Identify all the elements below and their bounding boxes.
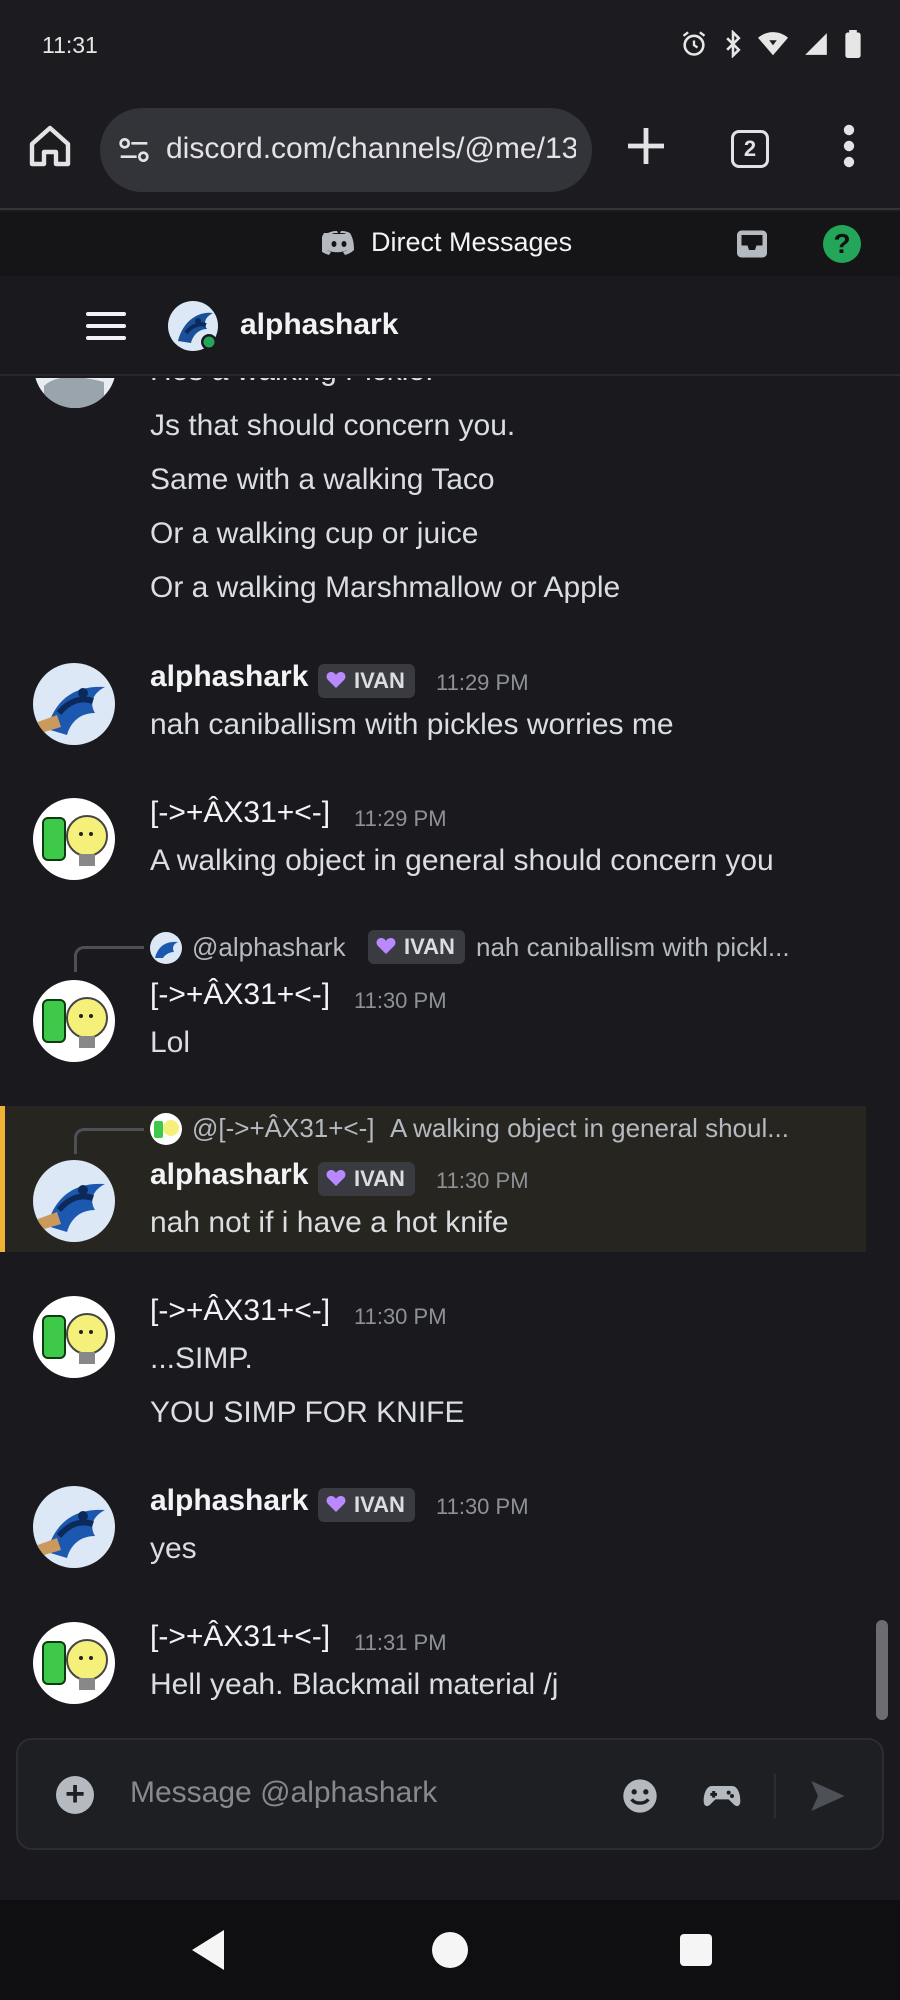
message-timestamp: 11:30 PM	[436, 1168, 529, 1193]
message-author[interactable]: alphashark	[150, 660, 308, 694]
message-text: Or a walking Marshmallow or Apple	[150, 571, 621, 604]
message-author[interactable]: alphashark	[150, 1484, 308, 1518]
address-bar[interactable]: discord.com/channels/@me/137	[100, 108, 592, 192]
bluetooth-icon	[726, 30, 741, 58]
message-timestamp: 11:29 PM	[436, 670, 529, 695]
avatar[interactable]	[33, 980, 115, 1062]
message-text: Js that should concern you.	[150, 409, 516, 442]
hamburger-icon[interactable]	[86, 310, 126, 342]
signal-icon	[805, 33, 827, 55]
add-icon[interactable]: +	[56, 1776, 94, 1814]
site-settings-icon[interactable]	[118, 135, 150, 165]
message-text: ...SIMP.	[150, 1342, 253, 1375]
user-tag: IVAN	[318, 1162, 415, 1196]
message-text: Lol	[150, 1026, 191, 1059]
avatar	[150, 932, 182, 964]
reply-text: nah caniballism with pickl...	[476, 932, 790, 962]
gamepad-icon[interactable]	[702, 1776, 742, 1816]
user-tag-label: IVAN	[354, 1492, 405, 1517]
divider	[774, 1774, 776, 1818]
avatar[interactable]	[33, 1160, 115, 1242]
message-author[interactable]: [->+ÂX31+<-]	[150, 796, 330, 830]
reply-text: A walking object in general shoul...	[390, 1113, 789, 1143]
plus-icon[interactable]	[622, 122, 670, 170]
emoji-icon[interactable]	[620, 1776, 660, 1816]
channel-header: alphashark	[0, 276, 900, 376]
app-root: 11:31 discord.com/channels/@me/137 2 Dir…	[0, 0, 900, 2000]
status-time: 11:31	[42, 32, 98, 58]
avatar[interactable]	[33, 1622, 115, 1704]
url-text[interactable]: discord.com/channels/@me/137	[166, 132, 576, 166]
user-tag: IVAN	[318, 1488, 415, 1522]
avatar[interactable]	[33, 663, 115, 745]
message-text: Hell yeah. Blackmail material /j	[150, 1668, 559, 1701]
message-timestamp: 11:30 PM	[354, 988, 447, 1013]
heart-icon	[326, 1170, 346, 1186]
battery-icon	[845, 30, 861, 58]
inbox-icon[interactable]	[734, 226, 770, 262]
back-icon[interactable]	[190, 1928, 226, 1972]
recents-icon[interactable]	[680, 1934, 712, 1966]
message-author[interactable]: [->+ÂX31+<-]	[150, 978, 330, 1012]
user-tag-label: IVAN	[354, 668, 405, 693]
message-list: Hes a walking Pickle. Js that should con…	[0, 378, 900, 1738]
discord-logo	[322, 231, 354, 255]
page-title: Direct Messages	[371, 227, 573, 257]
message-timestamp: 11:29 PM	[354, 806, 447, 831]
status-bar: 11:31	[0, 0, 900, 90]
help-icon[interactable]: ?	[823, 225, 861, 263]
alarm-icon	[682, 31, 706, 56]
reply-connector	[74, 1128, 144, 1154]
message-text: YOU SIMP FOR KNIFE	[150, 1396, 465, 1429]
user-tag: IVAN	[318, 664, 415, 698]
message-timestamp: 11:30 PM	[436, 1494, 529, 1519]
message-author[interactable]: alphashark	[150, 1158, 308, 1192]
message-text: nah caniballism with pickles worries me	[150, 708, 674, 741]
home-icon[interactable]	[26, 122, 74, 170]
wifi-icon	[758, 32, 788, 56]
message-author[interactable]: [->+ÂX31+<-]	[150, 1620, 330, 1654]
message-text: A walking object in general should conce…	[150, 844, 774, 877]
heart-icon	[326, 1496, 346, 1512]
channel-name: alphashark	[240, 308, 399, 341]
message-timestamp: 11:30 PM	[354, 1304, 447, 1329]
user-tag: IVAN	[368, 930, 465, 964]
message-text: Hes a walking Pickle.	[150, 378, 433, 388]
avatar[interactable]	[33, 798, 115, 880]
more-icon[interactable]	[834, 122, 864, 170]
message-timestamp: 11:31 PM	[354, 1630, 447, 1655]
message-composer[interactable]: + Message @alphashark	[16, 1738, 884, 1850]
message-text: yes	[150, 1532, 197, 1565]
avatar	[150, 1113, 182, 1145]
status-icons	[680, 30, 862, 58]
send-icon[interactable]	[808, 1776, 848, 1816]
scrollbar[interactable]	[876, 1620, 888, 1720]
system-nav-bar	[0, 1900, 900, 2000]
nav-home-icon[interactable]	[432, 1932, 468, 1968]
avatar[interactable]	[33, 1486, 115, 1568]
user-tag-label: IVAN	[404, 934, 455, 959]
reply-author[interactable]: @[->+ÂX31+<-]	[192, 1113, 375, 1144]
reply-author[interactable]: @alphashark	[192, 932, 346, 963]
dm-header: Direct Messages ?	[0, 212, 900, 276]
message-text: Or a walking cup or juice	[150, 517, 479, 550]
avatar[interactable]	[168, 301, 218, 351]
reply-connector	[74, 946, 144, 972]
avatar[interactable]	[33, 1296, 115, 1378]
message-text: nah not if i have a hot knife	[150, 1206, 509, 1239]
message-text: Same with a walking Taco	[150, 463, 495, 496]
message-author[interactable]: [->+ÂX31+<-]	[150, 1294, 330, 1328]
user-tag-label: IVAN	[354, 1166, 405, 1191]
browser-toolbar: discord.com/channels/@me/137 2	[0, 90, 900, 210]
message-input[interactable]: Message @alphashark	[130, 1776, 437, 1810]
avatar	[34, 378, 116, 408]
heart-icon	[376, 938, 396, 954]
heart-icon	[326, 672, 346, 688]
tabs-icon[interactable]: 2	[731, 130, 769, 168]
